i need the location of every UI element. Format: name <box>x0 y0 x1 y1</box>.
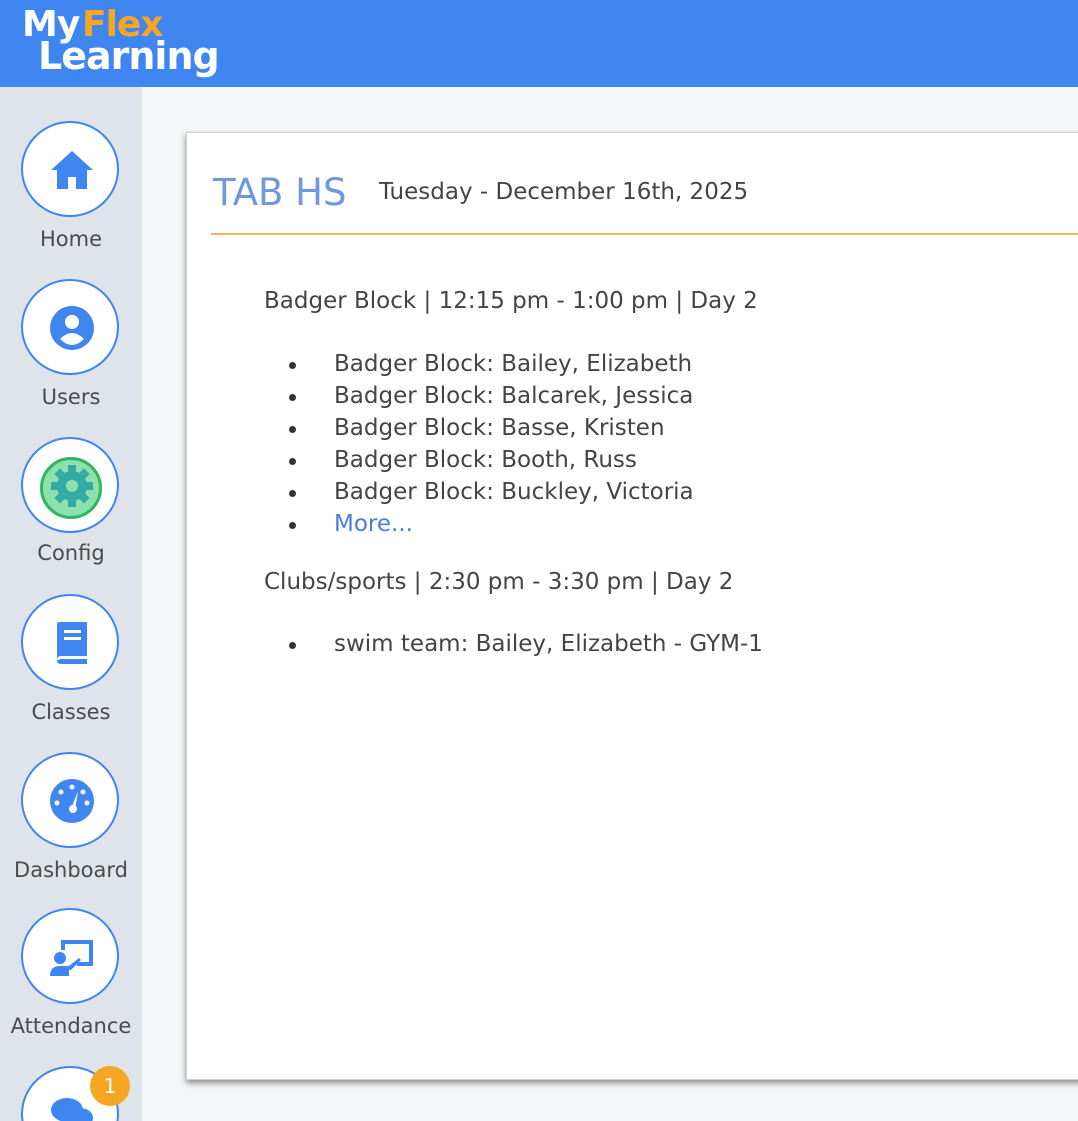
list-item: Badger Block: Balcarek, Jessica <box>283 380 694 412</box>
list-item: swim team: Bailey, Elizabeth - GYM-1 <box>283 628 763 660</box>
sidebar-item-attendance[interactable]: Attendance <box>0 908 142 1043</box>
users-button[interactable] <box>21 279 119 375</box>
top-bar: My Flex Learning <box>0 0 1078 87</box>
notification-badge: 1 <box>90 1066 130 1106</box>
sidebar-item-label: Home <box>39 227 102 251</box>
sidebar-item-dashboard[interactable]: Dashboard <box>0 752 142 887</box>
user-icon <box>50 306 94 350</box>
sidebar-item-classes[interactable]: Classes <box>0 594 142 729</box>
sidebar-item-users[interactable]: Users <box>0 279 142 414</box>
block-list: swim team: Bailey, Elizabeth - GYM-1 <box>283 628 763 660</box>
config-button[interactable] <box>21 437 119 533</box>
chat-icon <box>51 1098 93 1121</box>
list-item: Badger Block: Basse, Kristen <box>283 412 694 444</box>
sidebar-item-label: Users <box>41 385 101 409</box>
list-item: Badger Block: Booth, Russ <box>283 444 694 476</box>
divider <box>211 233 1078 235</box>
sidebar-item-messages[interactable]: 1 <box>0 1066 142 1121</box>
home-icon <box>51 151 93 189</box>
schedule-card: TAB HS Tuesday - December 16th, 2025 Bad… <box>186 132 1078 1080</box>
sidebar-item-label: Classes <box>31 700 111 724</box>
sidebar-item-home[interactable]: Home <box>0 121 142 256</box>
sidebar-item-label: Attendance <box>10 1014 132 1038</box>
schedule-date: Tuesday - December 16th, 2025 <box>379 179 749 205</box>
home-button[interactable] <box>21 121 119 217</box>
sidebar-item-label: Dashboard <box>14 858 128 882</box>
sidebar: Home Users Config Classes Dashboard Atte… <box>0 87 142 1121</box>
more-link[interactable]: More... <box>283 508 694 540</box>
attendance-button[interactable] <box>21 908 119 1004</box>
sidebar-item-label: Config <box>37 541 105 565</box>
list-item: Badger Block: Bailey, Elizabeth <box>283 348 694 380</box>
click-highlight <box>40 457 102 519</box>
logo-learning: Learning <box>38 34 220 78</box>
book-icon <box>57 622 87 664</box>
dashboard-button[interactable] <box>21 752 119 848</box>
classes-button[interactable] <box>21 594 119 690</box>
page-title: TAB HS <box>213 171 347 214</box>
block-title: Clubs/sports | 2:30 pm - 3:30 pm | Day 2 <box>264 569 734 595</box>
block-title: Badger Block | 12:15 pm - 1:00 pm | Day … <box>264 288 758 314</box>
block-list: Badger Block: Bailey, Elizabeth Badger B… <box>283 348 694 540</box>
list-item: Badger Block: Buckley, Victoria <box>283 476 694 508</box>
sidebar-item-config[interactable]: Config <box>0 437 142 572</box>
presenter-icon <box>50 940 93 976</box>
gauge-icon <box>50 779 94 823</box>
myflex-logo[interactable]: My Flex Learning <box>20 4 220 82</box>
